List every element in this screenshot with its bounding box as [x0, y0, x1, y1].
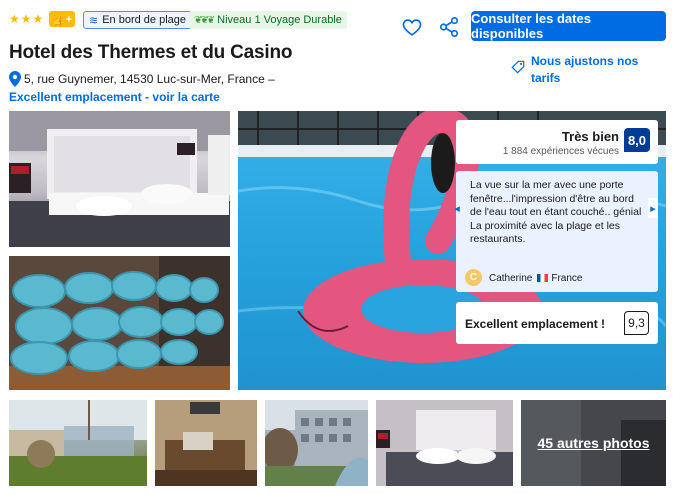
bedroom-photo[interactable] [9, 111, 230, 247]
sustainability-label: Niveau 1 Voyage Durable [217, 14, 342, 26]
garden-photo[interactable] [9, 400, 147, 486]
price-match-link[interactable]: Nous ajustons nos tarifs [531, 53, 656, 87]
location-score-card[interactable]: Excellent emplacement ! 9,3 [456, 302, 658, 344]
avatar: C [465, 269, 482, 286]
review-count: 1 884 expériences vécues [502, 146, 619, 157]
review-score-card[interactable]: Très bien 1 884 expériences vécues 8,0 [456, 120, 658, 164]
map-pin-icon [9, 71, 21, 87]
thumbs-up-plus-icon[interactable]: 👍+ [49, 11, 75, 27]
share-icon[interactable] [438, 16, 460, 38]
location-score-label: Excellent emplacement ! [465, 317, 606, 331]
bedroom-photo-2[interactable] [376, 400, 513, 486]
hotel-name: Hotel des Thermes et du Casino [9, 42, 293, 63]
more-photos-tile[interactable]: 45 autres photos [521, 400, 666, 486]
beach-waves-icon: ≋ [89, 14, 99, 27]
location-score: 9,3 [624, 311, 649, 335]
towels-photo[interactable] [9, 256, 230, 390]
reviewer-info: Catherine France [489, 273, 582, 284]
star-icon: ★ [9, 12, 20, 26]
chevron-left-icon[interactable]: ◂ [452, 198, 462, 218]
heart-icon[interactable] [401, 16, 423, 38]
beachfront-badge[interactable]: ≋ En bord de plage [83, 11, 193, 29]
review-text: La vue sur la mer avec une porte fenêtre… [470, 179, 642, 245]
chevron-right-icon[interactable]: ▸ [648, 198, 658, 218]
building-photo[interactable] [265, 400, 368, 486]
hotel-address: 5, rue Guynemer, 14530 Luc-sur-Mer, Fran… [24, 72, 275, 86]
lounge-photo[interactable] [155, 400, 257, 486]
reviewer-country: France [551, 273, 583, 284]
france-flag-icon [537, 274, 549, 282]
check-availability-button[interactable]: Consulter les dates disponibles [471, 11, 666, 41]
sustainability-badge[interactable]: ❦❦❦ Niveau 1 Voyage Durable [189, 11, 347, 29]
review-score: 8,0 [624, 128, 650, 152]
reviewer-name: Catherine [489, 273, 533, 284]
more-photos-label[interactable]: 45 autres photos [521, 400, 666, 486]
price-tag-icon [511, 60, 525, 74]
score-word: Très bien [561, 129, 619, 144]
star-rating: ★ ★ ★ [9, 12, 43, 26]
leaf-icon: ❦❦❦ [194, 14, 215, 26]
beachfront-label: En bord de plage [102, 14, 187, 26]
star-icon: ★ [32, 12, 44, 26]
star-icon: ★ [20, 12, 32, 26]
view-map-link[interactable]: Excellent emplacement - voir la carte [9, 90, 220, 104]
